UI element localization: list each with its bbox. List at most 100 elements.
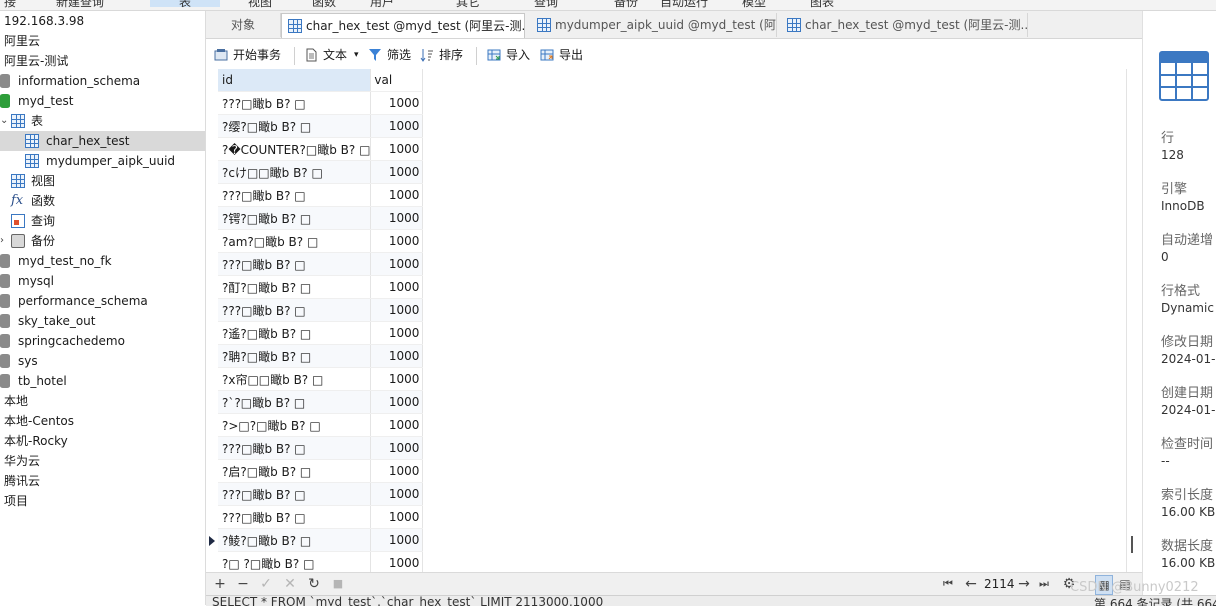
table-row[interactable]: ?聃?□瞰b B? □ 1000 <box>218 344 424 368</box>
tree-db-sys[interactable]: sys <box>0 351 205 371</box>
cell-val[interactable]: 1000 <box>370 229 424 253</box>
next-page-button[interactable]: → <box>1016 575 1032 593</box>
cell-id[interactable]: ?am?□瞰b B? □ <box>218 229 372 253</box>
cell-val[interactable]: 1000 <box>370 413 424 437</box>
tab-objects[interactable]: 对象 <box>206 13 281 37</box>
tree-connection-ip[interactable]: 192.168.3.98 <box>0 11 205 31</box>
cell-id[interactable]: ?锷?□瞰b B? □ <box>218 206 372 230</box>
table-row[interactable]: ???□瞰b B? □ 1000 <box>218 482 424 506</box>
menu-item-views[interactable]: 视图 <box>248 0 272 10</box>
table-row[interactable]: ???□瞰b B? □ 1000 <box>218 505 424 529</box>
table-row[interactable]: ?>□?□瞰b B? □ 1000 <box>218 413 424 437</box>
cell-id[interactable]: ?酊?□瞰b B? □ <box>218 275 372 299</box>
table-row[interactable]: ?遙?□瞰b B? □ 1000 <box>218 321 424 345</box>
table-row[interactable]: ?缨?□瞰b B? □ 1000 <box>218 114 424 138</box>
page-number-field[interactable]: 2114 <box>984 575 1015 593</box>
cell-id[interactable]: ???□瞰b B? □ <box>218 505 372 529</box>
tree-db-myd-test-no-fk[interactable]: myd_test_no_fk <box>0 251 205 271</box>
cell-id[interactable]: ?�COUNTER?□瞰b B? □ <box>218 137 372 161</box>
table-row[interactable]: ?x帘□□瞰b B? □ 1000 <box>218 367 424 391</box>
cell-val[interactable]: 1000 <box>370 321 424 345</box>
tree-connection-local[interactable]: 本地 <box>0 391 205 411</box>
cell-id[interactable]: ???□瞰b B? □ <box>218 482 372 506</box>
cell-id[interactable]: ???□瞰b B? □ <box>218 298 372 322</box>
cell-val[interactable]: 1000 <box>370 390 424 414</box>
tree-table-mydumper-aipk-uuid[interactable]: mydumper_aipk_uuid <box>0 151 205 171</box>
cell-id[interactable]: ?鲮?□瞰b B? □ <box>218 528 372 552</box>
menu-item-connection[interactable]: 接 <box>4 0 16 10</box>
column-header-id[interactable]: id <box>218 69 372 92</box>
cell-val[interactable]: 1000 <box>370 252 424 276</box>
tree-db-information-schema[interactable]: information_schema <box>0 71 205 91</box>
table-row[interactable]: ???□瞰b B? □ 1000 <box>218 252 424 276</box>
last-page-button[interactable]: ⏭ <box>1036 575 1052 593</box>
cell-id[interactable]: ?启?□瞰b B? □ <box>218 459 372 483</box>
table-row[interactable]: ?酊?□瞰b B? □ 1000 <box>218 275 424 299</box>
tree-db-myd-test[interactable]: myd_test <box>0 91 205 111</box>
tree-node-backups[interactable]: › 备份 <box>0 231 205 251</box>
menu-item-backup[interactable]: 备份 <box>614 0 638 10</box>
cell-id[interactable]: ???□瞰b B? □ <box>218 252 372 276</box>
cell-val[interactable]: 1000 <box>370 528 424 552</box>
delete-record-button[interactable]: − <box>235 575 251 593</box>
tree-node-functions[interactable]: fx 函数 <box>0 191 205 211</box>
menu-item-model[interactable]: 模型 <box>742 0 766 10</box>
cell-id[interactable]: ???□瞰b B? □ <box>218 183 372 207</box>
tab-char-hex-test-active[interactable]: char_hex_test @myd_test (阿里云-测... <box>281 13 525 38</box>
tree-db-performance-schema[interactable]: performance_schema <box>0 291 205 311</box>
table-row[interactable]: ?启?□瞰b B? □ 1000 <box>218 459 424 483</box>
cell-id[interactable]: ?`?□瞰b B? □ <box>218 390 372 414</box>
cell-id[interactable]: ?x帘□□瞰b B? □ <box>218 367 372 391</box>
tree-connection-project[interactable]: 项目 <box>0 491 205 511</box>
menu-item-users[interactable]: 用户 <box>370 0 394 10</box>
tree-db-sky-take-out[interactable]: sky_take_out <box>0 311 205 331</box>
menu-item-charts[interactable]: 图表 <box>810 0 834 10</box>
cell-val[interactable]: 1000 <box>370 91 424 115</box>
cell-id[interactable]: ???□瞰b B? □ <box>218 91 372 115</box>
tree-node-tables[interactable]: ⌄ 表 <box>0 111 205 131</box>
table-row[interactable]: ?cけ□□瞰b B? □ 1000 <box>218 160 424 184</box>
table-row[interactable]: ?`?□瞰b B? □ 1000 <box>218 390 424 414</box>
cell-val[interactable]: 1000 <box>370 344 424 368</box>
collapse-arrow-icon[interactable]: ⌄ <box>0 111 8 131</box>
cell-val[interactable]: 1000 <box>370 367 424 391</box>
tree-db-springcachedemo[interactable]: springcachedemo <box>0 331 205 351</box>
cell-val[interactable]: 1000 <box>370 114 424 138</box>
apply-changes-button[interactable]: ✓ <box>258 575 274 593</box>
column-header-val[interactable]: val <box>370 69 424 92</box>
vertical-scrollbar-thumb[interactable] <box>1131 536 1133 553</box>
refresh-button[interactable]: ↻ <box>306 575 322 593</box>
add-record-button[interactable]: + <box>212 575 228 593</box>
cell-id[interactable]: ???□瞰b B? □ <box>218 436 372 460</box>
stop-button[interactable]: ■ <box>330 575 346 593</box>
cell-id[interactable]: ?cけ□□瞰b B? □ <box>218 160 372 184</box>
table-row[interactable]: ???□瞰b B? □ 1000 <box>218 91 424 115</box>
cell-val[interactable]: 1000 <box>370 275 424 299</box>
table-row[interactable]: ???□瞰b B? □ 1000 <box>218 436 424 460</box>
cell-val[interactable]: 1000 <box>370 505 424 529</box>
table-row[interactable]: ?�COUNTER?□瞰b B? □ 1000 <box>218 137 424 161</box>
cell-val[interactable]: 1000 <box>370 160 424 184</box>
tree-connection-rocky[interactable]: 本机-Rocky <box>0 431 205 451</box>
tree-connection-aliyun-test[interactable]: 阿里云-测试 <box>0 51 205 71</box>
tree-connection-huawei[interactable]: 华为云 <box>0 451 205 471</box>
cell-val[interactable]: 1000 <box>370 436 424 460</box>
tab-char-hex-test-2[interactable]: char_hex_test @myd_test (阿里云-测... <box>781 13 1028 37</box>
cell-val[interactable]: 1000 <box>370 183 424 207</box>
menu-item-query[interactable]: 查询 <box>534 0 558 10</box>
menu-item-new-query[interactable]: 新建查询 <box>56 0 104 10</box>
cell-id[interactable]: ?缨?□瞰b B? □ <box>218 114 372 138</box>
cell-id[interactable]: ?遙?□瞰b B? □ <box>218 321 372 345</box>
cell-val[interactable]: 1000 <box>370 206 424 230</box>
cell-id[interactable]: ?>□?□瞰b B? □ <box>218 413 372 437</box>
cell-id[interactable]: ?聃?□瞰b B? □ <box>218 344 372 368</box>
tree-connection-local-centos[interactable]: 本地-Centos <box>0 411 205 431</box>
tree-table-char-hex-test[interactable]: char_hex_test <box>0 131 205 151</box>
cell-val[interactable]: 1000 <box>370 482 424 506</box>
tab-mydumper-aipk-uuid[interactable]: mydumper_aipk_uuid @myd_test (阿... <box>531 13 777 37</box>
table-row[interactable]: ???□瞰b B? □ 1000 <box>218 298 424 322</box>
menu-item-autorun[interactable]: 自动运行 <box>660 0 708 10</box>
table-row[interactable]: ?鲮?□瞰b B? □ 1000 <box>218 528 424 552</box>
menu-item-others[interactable]: 其它 <box>456 0 480 10</box>
tree-connection-aliyun[interactable]: 阿里云 <box>0 31 205 51</box>
